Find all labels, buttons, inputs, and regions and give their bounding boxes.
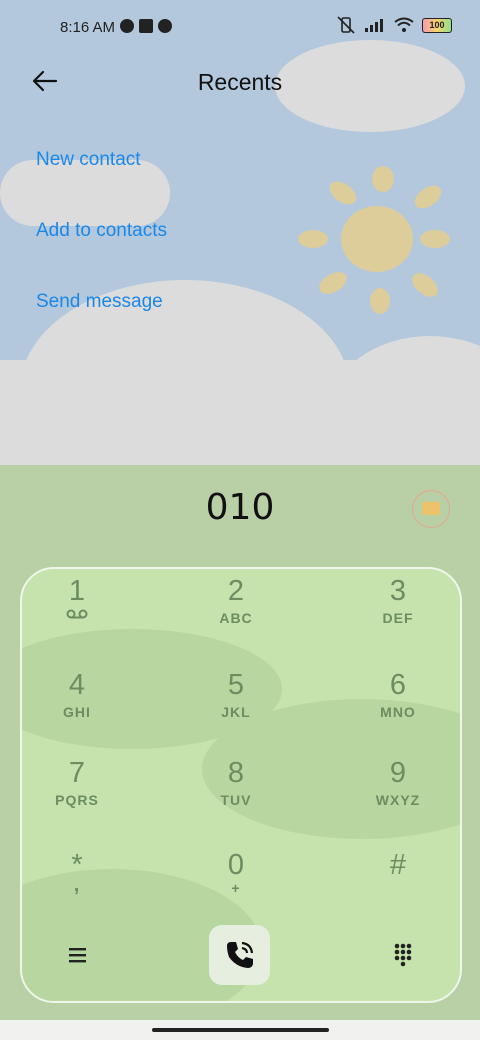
battery-icon: 100 [422, 17, 452, 33]
sun-icon [341, 206, 413, 272]
key-5[interactable]: 5 JKL [186, 670, 286, 720]
status-time: 8:16 AM [60, 19, 116, 36]
dialed-number: 010 [205, 487, 275, 528]
home-gesture-handle[interactable] [152, 1028, 329, 1032]
key-6[interactable]: 6 MNO [348, 670, 448, 720]
key-2[interactable]: 2 ABC [186, 576, 286, 626]
key-star[interactable]: *, [27, 850, 127, 897]
key-7[interactable]: 7 PQRS [27, 758, 127, 808]
wifi-icon [394, 17, 414, 32]
page-title: Recents [197, 69, 283, 95]
phone-icon [227, 941, 254, 968]
new-contact-link[interactable]: New contact [36, 149, 141, 171]
app-notification-icon [139, 19, 153, 33]
key-3[interactable]: 3 DEF [348, 576, 448, 626]
status-bar: 8:16 AM 100 [0, 0, 480, 56]
key-0[interactable]: 0 + [186, 850, 286, 896]
dialpad-toggle-icon[interactable] [393, 942, 413, 968]
notification-icon [120, 19, 134, 33]
delete-button[interactable] [412, 490, 450, 528]
send-message-link[interactable]: Send message [36, 291, 163, 313]
header: Recents [0, 58, 480, 106]
key-9[interactable]: 9 WXYZ [348, 758, 448, 808]
call-button[interactable] [209, 925, 270, 985]
notification-icon [158, 19, 172, 33]
add-to-contacts-link[interactable]: Add to contacts [36, 220, 167, 242]
voicemail-icon [66, 609, 88, 619]
backspace-icon [422, 502, 440, 515]
vibrate-muted-icon [337, 16, 355, 34]
key-8[interactable]: 8 TUV [186, 758, 286, 808]
signal-icon [365, 19, 383, 32]
menu-icon[interactable] [68, 946, 88, 964]
key-4[interactable]: 4 GHI [27, 670, 127, 720]
key-hash[interactable]: # [348, 850, 448, 884]
key-1[interactable]: 1 [27, 576, 127, 625]
